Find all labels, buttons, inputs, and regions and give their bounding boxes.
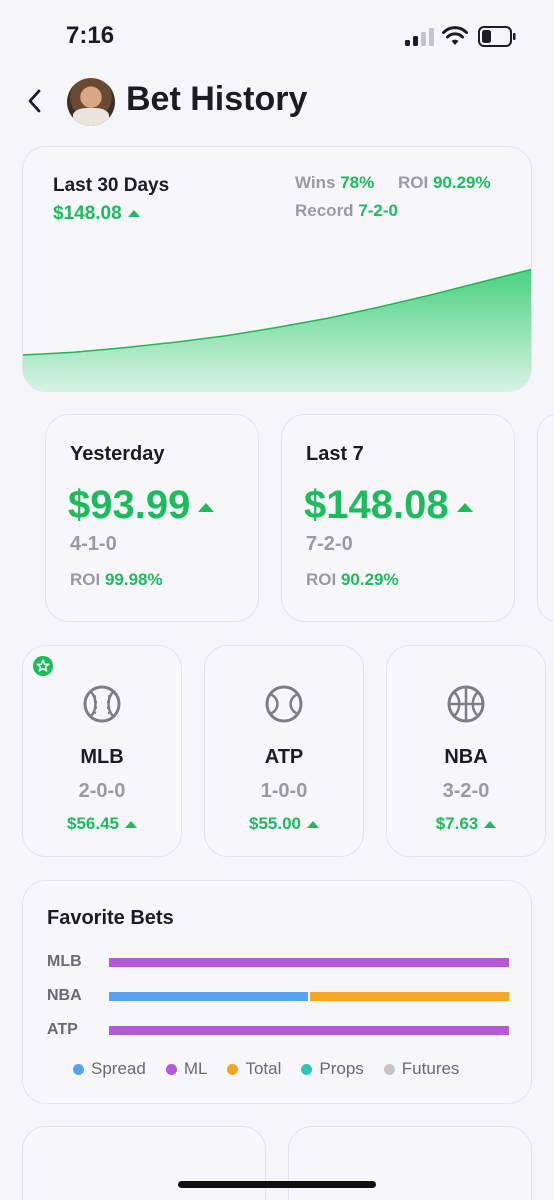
basketball-icon bbox=[447, 685, 485, 723]
bar-segment-ml bbox=[109, 1026, 509, 1035]
legend-item: Props bbox=[301, 1059, 364, 1079]
record-stat: Record 7-2-0 bbox=[295, 201, 398, 221]
sport-record: 2-0-0 bbox=[78, 780, 126, 802]
favorite-bets-row: NBA bbox=[47, 987, 509, 1007]
period-card-amount-value: $148.08 bbox=[304, 483, 449, 527]
up-arrow-icon bbox=[307, 821, 319, 829]
period-card-next-partial[interactable] bbox=[537, 414, 554, 622]
period-card-last-7[interactable]: Last 7 $148.08 7-2-0 ROI 90.29% bbox=[281, 414, 515, 622]
sport-amount: $56.45 bbox=[23, 814, 181, 834]
legend-dot bbox=[227, 1063, 239, 1075]
up-arrow-icon bbox=[456, 502, 473, 512]
wins-label: Wins bbox=[295, 173, 336, 192]
legend-label: Futures bbox=[401, 1059, 460, 1078]
status-bar: 7:16 bbox=[0, 0, 554, 70]
bottom-card-right[interactable] bbox=[288, 1126, 532, 1200]
roi-label: ROI bbox=[306, 570, 337, 589]
sport-name: NBA bbox=[444, 746, 488, 768]
period-card-amount-value: $93.99 bbox=[68, 483, 191, 527]
sport-card-atp[interactable]: ATP 1-0-0 $55.00 bbox=[204, 645, 364, 857]
bar-segment-spread bbox=[109, 992, 308, 1001]
favorite-bets-row: ATP bbox=[47, 1021, 509, 1041]
period-amount-value: $148.08 bbox=[53, 203, 122, 224]
bet-type-bar bbox=[109, 1026, 509, 1035]
legend-item: Spread bbox=[73, 1059, 146, 1079]
bet-type-legend: Spread ML Total Props Futures bbox=[73, 1059, 479, 1079]
sport-record: 3-2-0 bbox=[442, 780, 490, 802]
up-arrow-icon bbox=[484, 821, 497, 829]
row-label: NBA bbox=[47, 987, 82, 1004]
wins-value: 78% bbox=[340, 173, 375, 192]
tennis-ball-icon bbox=[265, 685, 303, 723]
legend-dot bbox=[383, 1063, 395, 1075]
battery-icon bbox=[478, 26, 516, 47]
legend-dot bbox=[165, 1063, 177, 1075]
period-card-amount: $148.08 bbox=[304, 483, 473, 528]
up-arrow-icon bbox=[125, 821, 137, 829]
roi-value: 90.29% bbox=[432, 173, 491, 192]
bar-segment-total bbox=[310, 992, 509, 1001]
record-value: 7-2-0 bbox=[358, 201, 398, 220]
favorite-bets-title: Favorite Bets bbox=[47, 907, 174, 929]
favorite-bets-card: Favorite Bets MLB NBA ATP Spread ML Tota… bbox=[22, 880, 532, 1104]
status-time: 7:16 bbox=[66, 22, 115, 49]
legend-item: Total bbox=[227, 1059, 281, 1079]
sport-amount-value: $56.45 bbox=[67, 814, 119, 833]
bet-type-bar bbox=[109, 958, 509, 967]
roi-value: 90.29% bbox=[340, 570, 399, 589]
roi-label: ROI bbox=[398, 173, 429, 192]
period-card-amount: $93.99 bbox=[68, 483, 215, 528]
sport-name: MLB bbox=[80, 746, 124, 768]
sport-amount: $7.63 bbox=[387, 814, 545, 834]
period-card-record: 7-2-0 bbox=[306, 533, 353, 555]
legend-dot bbox=[301, 1063, 313, 1075]
legend-dot bbox=[73, 1063, 84, 1075]
wifi-icon bbox=[442, 26, 468, 45]
period-card-title: Yesterday bbox=[70, 443, 165, 465]
legend-item: ML bbox=[165, 1059, 208, 1079]
period-card-record: 4-1-0 bbox=[70, 533, 117, 555]
period-amount: $148.08 bbox=[53, 203, 140, 225]
roi-stat: ROI 90.29% bbox=[398, 173, 491, 193]
roi-label: ROI bbox=[70, 570, 101, 589]
row-label: ATP bbox=[47, 1021, 78, 1038]
legend-label: Spread bbox=[91, 1059, 146, 1078]
record-label: Record bbox=[295, 201, 354, 220]
row-label: MLB bbox=[47, 953, 82, 970]
bet-type-bar bbox=[109, 992, 509, 1001]
sport-name: ATP bbox=[264, 746, 304, 768]
summary-card: Last 30 Days $148.08 Wins 78% ROI 90.29%… bbox=[22, 146, 532, 392]
sport-amount: $55.00 bbox=[205, 814, 363, 834]
sport-amount-value: $55.00 bbox=[249, 814, 301, 833]
star-badge-icon bbox=[33, 656, 53, 676]
legend-item: Futures bbox=[383, 1059, 460, 1079]
avatar[interactable] bbox=[67, 78, 115, 126]
legend-label: Total bbox=[245, 1059, 282, 1078]
up-arrow-icon bbox=[127, 210, 140, 218]
sport-record: 1-0-0 bbox=[260, 780, 308, 802]
page-title: Bet History bbox=[126, 80, 308, 118]
period-card-roi: ROI 99.98% bbox=[70, 570, 163, 590]
period-label: Last 30 Days bbox=[53, 175, 170, 196]
sport-amount-value: $7.63 bbox=[435, 814, 479, 833]
roi-value: 99.98% bbox=[104, 570, 163, 589]
cellular-signal-icon bbox=[405, 28, 435, 46]
baseball-icon bbox=[83, 685, 121, 723]
up-arrow-icon bbox=[198, 502, 215, 512]
favorite-bets-row: MLB bbox=[47, 953, 509, 973]
sport-card-nba[interactable]: NBA 3-2-0 $7.63 bbox=[386, 645, 546, 857]
sport-card-mlb[interactable]: MLB 2-0-0 $56.45 bbox=[22, 645, 182, 857]
home-indicator[interactable] bbox=[178, 1181, 376, 1188]
period-card-yesterday[interactable]: Yesterday $93.99 4-1-0 ROI 99.98% bbox=[45, 414, 259, 622]
back-chevron-icon[interactable] bbox=[24, 86, 46, 116]
legend-label: Props bbox=[319, 1059, 364, 1078]
period-card-roi: ROI 90.29% bbox=[306, 570, 399, 590]
period-card-title: Last 7 bbox=[306, 443, 364, 465]
bar-segment-ml bbox=[109, 958, 509, 967]
chart-area-fill bbox=[23, 269, 531, 391]
bottom-card-left[interactable] bbox=[22, 1126, 266, 1200]
legend-label: ML bbox=[183, 1059, 208, 1078]
wins-stat: Wins 78% bbox=[295, 173, 374, 193]
